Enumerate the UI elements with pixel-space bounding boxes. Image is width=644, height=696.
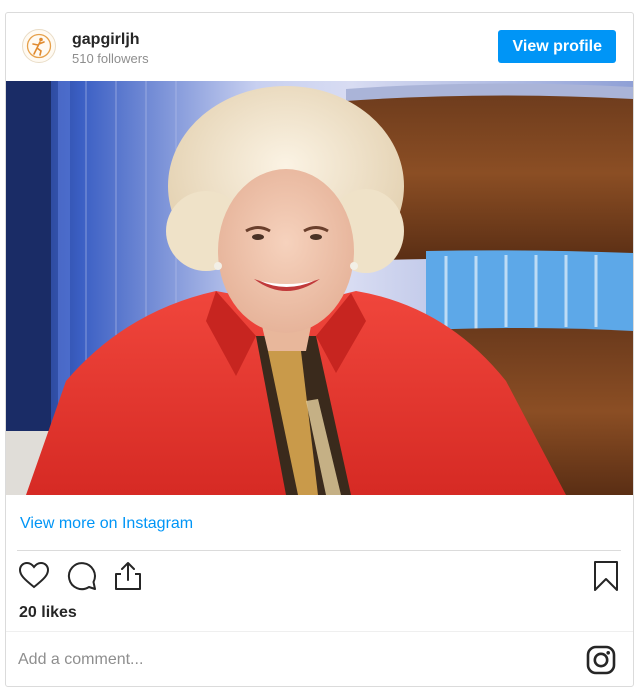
follower-count: 510 followers <box>72 51 149 66</box>
figure-logo-icon <box>26 33 52 59</box>
view-more-link[interactable]: View more on Instagram <box>20 515 193 533</box>
action-bar <box>18 560 622 596</box>
heart-icon[interactable] <box>18 560 50 592</box>
like-count: 20 likes <box>19 604 77 621</box>
divider <box>17 550 621 551</box>
post-photo[interactable] <box>6 81 633 495</box>
username[interactable]: gapgirljh <box>72 31 140 49</box>
avatar[interactable] <box>22 29 56 63</box>
bookmark-icon[interactable] <box>590 560 622 592</box>
share-icon[interactable] <box>112 560 144 592</box>
divider <box>6 631 633 632</box>
comment-input[interactable]: Add a comment... <box>18 651 143 669</box>
instagram-embed-card: gapgirljh 510 followers View profile Vie… <box>5 12 634 687</box>
comment-icon[interactable] <box>66 560 98 592</box>
view-profile-button[interactable]: View profile <box>498 30 616 63</box>
post-header: gapgirljh 510 followers View profile <box>6 13 633 81</box>
instagram-icon[interactable] <box>586 645 616 675</box>
